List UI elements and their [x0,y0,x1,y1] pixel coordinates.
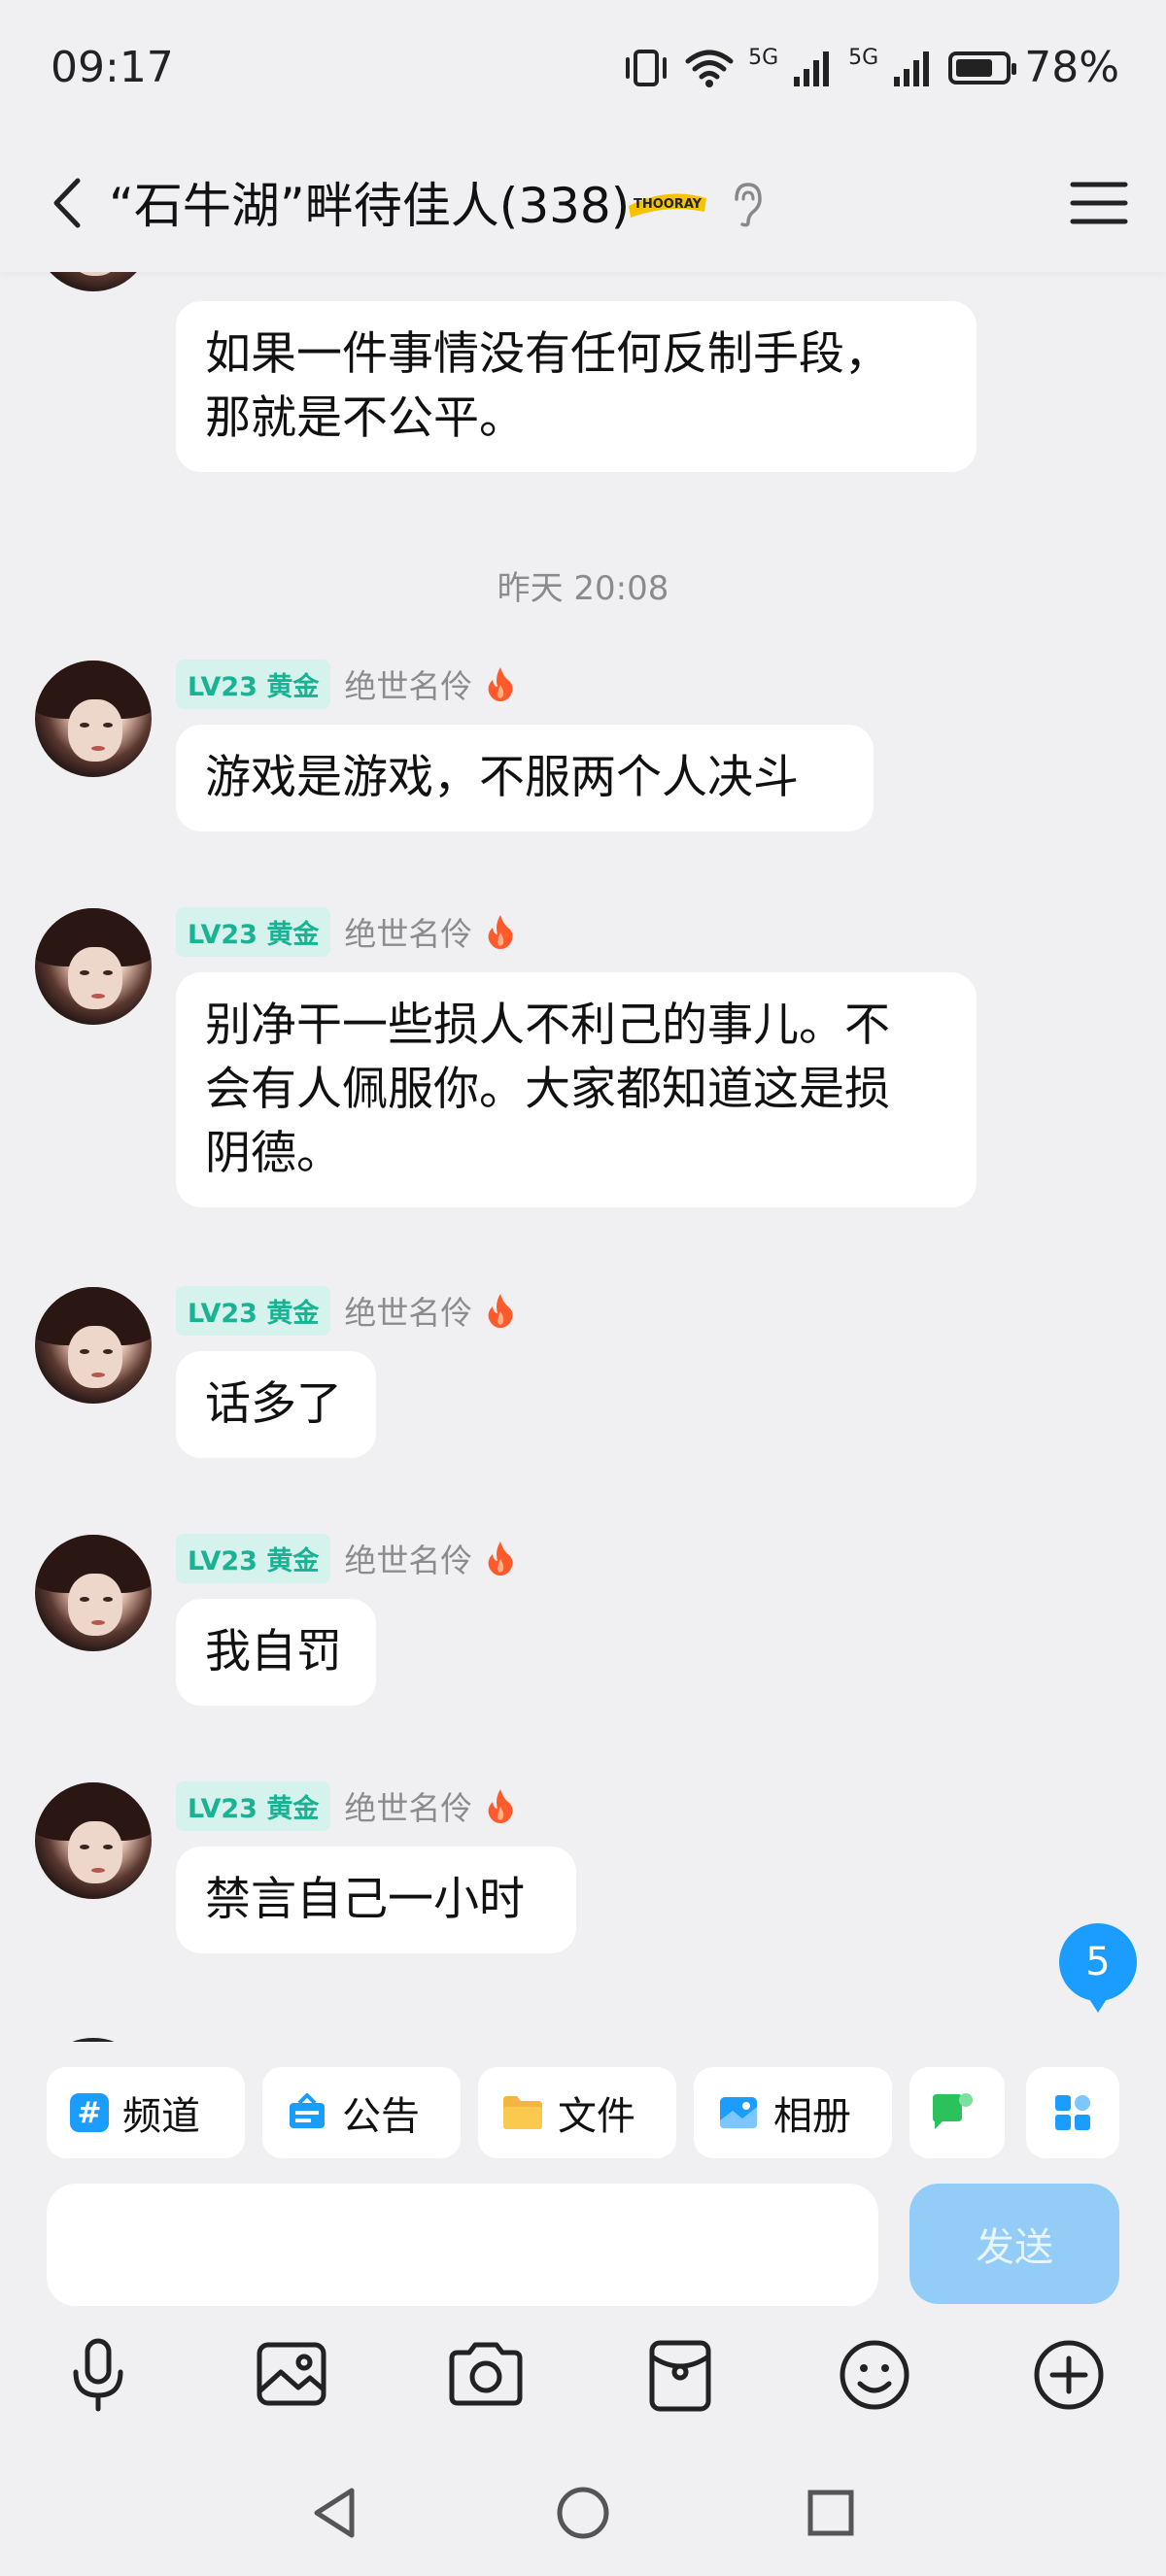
message-bubble[interactable]: 我自罚 [176,1599,376,1706]
message-bubble[interactable]: 话多了 [176,1351,376,1458]
red-packet-icon[interactable] [636,2331,724,2419]
level-badge: LV23 黄金 [176,906,331,957]
announcement-icon [290,2093,325,2128]
sender-meta: LV23 黄金 绝世名伶 [176,659,515,709]
avatar[interactable] [35,1287,152,1404]
flame-icon [488,1542,513,1576]
microphone-icon[interactable] [54,2331,142,2419]
level-badge: LV23 黄金 [176,659,331,709]
vibrate-icon [626,49,668,86]
avatar[interactable] [35,1782,152,1899]
chat-message-list[interactable]: 如果一件事情没有任何反制手段， 那就是不公平。 昨天 20:08 LV23 黄金… [0,272,1166,2042]
signal-5g-icon: 5G [748,45,779,70]
album-icon [720,2097,757,2128]
sender-meta: LV23 黄金 绝世名伶 [176,1533,515,1583]
svg-text:THOORAY: THOORAY [634,197,703,212]
message-bubble[interactable]: 如果一件事情没有任何反制手段， 那就是不公平。 [176,301,977,472]
folder-icon [503,2096,542,2129]
chat-app-icon [933,2093,973,2129]
battery-percent: 78% [1024,43,1119,92]
nav-home-icon[interactable] [549,2479,617,2547]
sender-nickname[interactable]: 绝世名伶 [344,1535,472,1581]
status-bar: 09:17 5G 5G 78% [0,0,1166,146]
camera-icon[interactable] [442,2331,530,2419]
back-icon[interactable] [37,169,105,237]
level-badge: LV23 黄金 [176,1285,331,1336]
message-bubble[interactable]: 禁言自己一小时 [176,1847,576,1953]
signal-5g-icon-2: 5G [848,45,879,70]
input-toolbar [0,2331,1166,2438]
quick-file-button[interactable]: 文件 [478,2067,676,2158]
add-icon[interactable] [1025,2331,1113,2419]
avatar[interactable] [35,661,152,777]
sender-nickname[interactable]: 绝世名伶 [344,908,472,955]
avatar[interactable] [35,908,152,1025]
wifi-icon [685,50,734,87]
sender-nickname[interactable]: 绝世名伶 [344,661,472,707]
quick-announcement-button[interactable]: 公告 [262,2067,461,2158]
flame-icon [488,667,513,701]
sender-meta: LV23 黄金 绝世名伶 [176,1285,515,1336]
nav-recents-icon[interactable] [797,2479,865,2547]
quick-action-bar: # 频道 公告 文件 相册 [0,2042,1166,2187]
system-nav-bar [0,2448,1166,2576]
sender-nickname[interactable]: 绝世名伶 [344,1782,472,1829]
quick-apps-grid-button[interactable] [1026,2067,1119,2158]
group-title[interactable]: “石牛湖”畔待佳人(338) [109,167,630,237]
quick-album-label: 相册 [773,2094,851,2139]
chat-header: “石牛湖”畔待佳人(338) THOORAY [0,146,1166,272]
level-badge: LV23 黄金 [176,1780,331,1831]
sender-meta: LV23 黄金 绝世名伶 [176,906,515,957]
flame-icon [488,1294,513,1328]
message-bubble[interactable]: 游戏是游戏，不服两个人决斗 [176,725,874,831]
avatar[interactable] [35,1535,152,1651]
unread-count-badge[interactable]: 5 [1059,1923,1137,2013]
message-input[interactable] [47,2184,878,2306]
time-separator: 昨天 20:08 [497,569,669,608]
send-button[interactable]: 发送 [909,2184,1119,2304]
group-badge-logo: THOORAY [629,193,706,218]
avatar[interactable] [35,272,152,291]
status-icons: 5G 5G 78% [622,43,1119,92]
quick-announcement-label: 公告 [342,2094,420,2139]
image-icon[interactable] [248,2331,335,2419]
sender-nickname[interactable]: 绝世名伶 [344,1287,472,1334]
signal-icon-2 [894,51,930,86]
menu-icon[interactable] [1069,175,1129,231]
nav-back-icon[interactable] [301,2479,369,2547]
quick-album-button[interactable]: 相册 [694,2067,892,2158]
input-row: 发送 [0,2176,1166,2312]
quick-channel-label: 频道 [122,2094,200,2139]
signal-icon [794,51,830,86]
hash-icon: # [70,2093,109,2132]
sender-meta: LV23 黄金 绝世名伶 [176,1780,515,1831]
quick-channel-button[interactable]: # 频道 [47,2067,245,2158]
message-bubble[interactable]: 别净干一些损人不利己的事儿。不 会有人佩服你。大家都知道这是损 阴德。 [176,972,977,1207]
apps-grid-icon [1055,2095,1090,2130]
emoji-icon[interactable] [831,2331,918,2419]
battery-icon [948,51,1017,85]
flame-icon [488,1789,513,1823]
status-time: 09:17 [51,43,174,92]
quick-more-app-button[interactable] [909,2067,1005,2158]
flame-icon [488,915,513,949]
level-badge: LV23 黄金 [176,1533,331,1583]
quick-file-label: 文件 [558,2094,635,2139]
ear-icon[interactable] [727,180,766,228]
